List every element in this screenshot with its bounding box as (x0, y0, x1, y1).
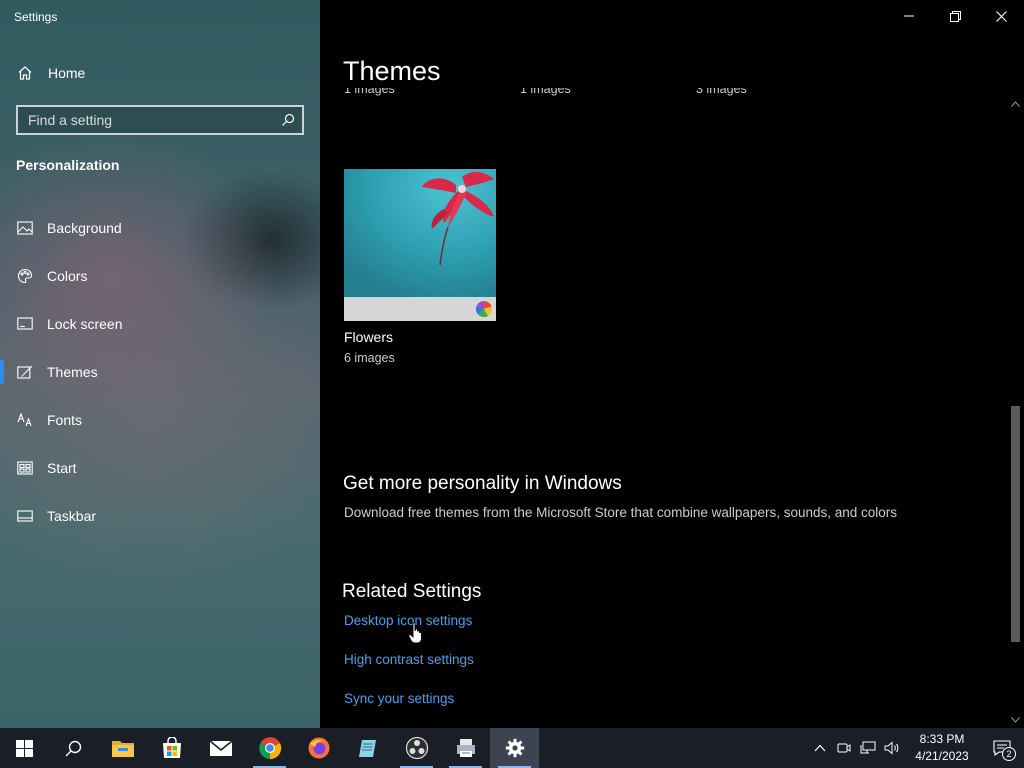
volume-button[interactable] (880, 728, 904, 768)
search-icon (65, 740, 82, 756)
sidebar-item-label: Fonts (47, 412, 83, 428)
theme-thumbnail (344, 169, 496, 297)
sidebar-item-label: Colors (47, 268, 88, 284)
microsoft-store-button[interactable] (147, 728, 196, 768)
sidebar-item-taskbar[interactable]: Taskbar (0, 492, 320, 540)
scroll-thumb[interactable] (1011, 406, 1020, 642)
windows-logo-icon (16, 739, 33, 757)
clock-date: 4/21/2023 (915, 749, 969, 763)
window-controls (886, 0, 1024, 32)
file-explorer-button[interactable] (98, 728, 147, 768)
sync-settings-link[interactable]: Sync your settings (344, 691, 454, 706)
chevron-up-icon (814, 744, 826, 752)
clock-time: 8:33 PM (919, 732, 965, 746)
meet-now-icon (837, 743, 851, 753)
nav-list: Background Colors Lock screen Themes Fon… (0, 204, 320, 540)
personality-description: Download free themes from the Microsoft … (344, 505, 898, 520)
search-icon[interactable] (274, 107, 302, 133)
settings-nav-pane: Settings Home Personalization Background… (0, 0, 320, 728)
sidebar-item-label: Background (47, 220, 122, 236)
palette-icon (16, 267, 34, 285)
theme-color-strip (344, 297, 496, 321)
sidebar-item-label: Lock screen (47, 316, 123, 332)
sidebar-item-background[interactable]: Background (0, 204, 320, 252)
theme-caption: 3 images (696, 88, 747, 96)
file-explorer-icon (111, 741, 134, 757)
taskbar-icon (16, 507, 34, 525)
main-content: Themes 1 images 1 images 3 images Flower… (320, 0, 1024, 728)
app-title: Settings (14, 10, 58, 24)
show-hidden-icons-button[interactable] (808, 728, 832, 768)
theme-caption: 1 images (344, 88, 395, 96)
theme-row-captions: 1 images 1 images 3 images (320, 88, 1000, 104)
settings-gear-icon (505, 738, 524, 758)
sidebar-item-lock-screen[interactable]: Lock screen (0, 300, 320, 348)
fonts-icon (16, 411, 34, 429)
sidebar-item-label: Start (47, 460, 77, 476)
lock-screen-icon (16, 315, 34, 333)
related-settings-heading: Related Settings (342, 581, 482, 602)
search-box[interactable] (16, 105, 304, 135)
personality-heading: Get more personality in Windows (343, 473, 622, 494)
sidebar-item-themes[interactable]: Themes (0, 348, 320, 396)
taskbar: 8:33 PM 4/21/2023 2 (0, 728, 1024, 768)
home-icon (16, 64, 34, 82)
obs-button[interactable] (392, 728, 441, 768)
network-button[interactable] (856, 728, 880, 768)
flower-image (344, 169, 496, 297)
sidebar-item-label: Taskbar (47, 508, 97, 524)
taskbar-search-button[interactable] (49, 728, 98, 768)
chrome-button[interactable] (245, 728, 294, 768)
hand-cursor-icon (408, 622, 422, 644)
high-contrast-settings-link[interactable]: High contrast settings (344, 652, 474, 667)
sidebar-item-label: Themes (47, 364, 98, 380)
close-button[interactable] (978, 0, 1024, 32)
mail-button[interactable] (196, 728, 245, 768)
mail-icon (208, 740, 233, 756)
theme-card-flowers[interactable]: Flowers 6 images (344, 169, 496, 365)
section-title: Personalization (16, 157, 120, 173)
color-wheel-icon (476, 301, 492, 317)
volume-icon (884, 741, 899, 755)
nav-home[interactable]: Home (16, 62, 85, 84)
theme-caption: 1 images (520, 88, 571, 96)
sidebar-item-colors[interactable]: Colors (0, 252, 320, 300)
printer-app-button[interactable] (441, 728, 490, 768)
notepad-button[interactable] (343, 728, 392, 768)
action-center-button[interactable]: 2 (980, 728, 1024, 768)
firefox-button[interactable] (294, 728, 343, 768)
search-input[interactable] (28, 107, 274, 133)
minimize-button[interactable] (886, 0, 932, 32)
scroll-down-icon[interactable] (1007, 712, 1024, 728)
restore-button[interactable] (932, 0, 978, 32)
page-title: Themes (343, 56, 441, 86)
meet-now-button[interactable] (832, 728, 856, 768)
scrollbar[interactable] (1007, 96, 1024, 728)
system-tray: 8:33 PM 4/21/2023 2 (808, 728, 1024, 768)
theme-image-count: 6 images (344, 351, 395, 365)
obs-icon (405, 736, 428, 760)
start-button[interactable] (0, 728, 49, 768)
sidebar-item-fonts[interactable]: Fonts (0, 396, 320, 444)
start-icon (16, 459, 34, 477)
theme-name: Flowers (344, 329, 394, 345)
themes-icon (16, 363, 34, 381)
sidebar-item-start[interactable]: Start (0, 444, 320, 492)
scroll-up-icon[interactable] (1007, 96, 1024, 112)
network-icon (860, 741, 876, 754)
firefox-icon (308, 737, 329, 759)
microsoft-store-icon (162, 737, 181, 758)
taskbar-clock[interactable]: 8:33 PM 4/21/2023 (904, 731, 980, 765)
nav-home-label: Home (48, 65, 86, 81)
chrome-icon (258, 737, 281, 760)
active-indicator (0, 360, 4, 384)
settings-button[interactable] (490, 728, 539, 768)
printer-app-icon (456, 739, 475, 757)
notepad-icon (358, 740, 376, 757)
image-icon (16, 219, 34, 237)
notification-badge: 2 (1002, 747, 1016, 761)
